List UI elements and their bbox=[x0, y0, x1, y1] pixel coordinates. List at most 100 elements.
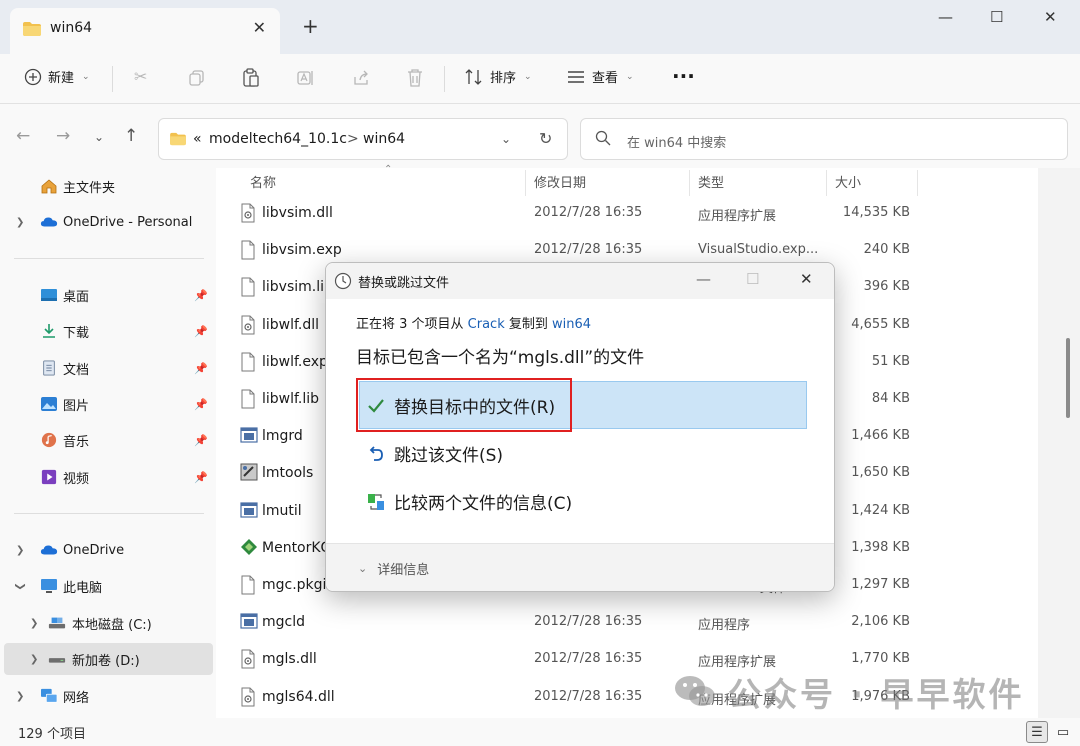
recent-locations-icon[interactable]: ⌄ bbox=[94, 130, 104, 144]
sidebar-item-network[interactable]: ❯ 网络 bbox=[0, 680, 214, 712]
file-row[interactable]: libvsim.dll 2012/7/28 16:35 应用程序扩展 14,535 K… bbox=[236, 195, 926, 232]
network-icon bbox=[41, 688, 58, 703]
column-divider[interactable] bbox=[689, 170, 690, 196]
tab-win64[interactable]: win64 ✕ bbox=[10, 8, 280, 54]
sidebar-item-documents[interactable]: 文档 📌 bbox=[0, 352, 214, 384]
new-button[interactable]: 新建 ⌄ bbox=[24, 67, 90, 86]
folder-icon bbox=[23, 22, 41, 36]
chevron-right-icon[interactable]: ❯ bbox=[16, 217, 24, 228]
clock-copy-icon bbox=[334, 272, 352, 290]
view-button[interactable]: 查看 ⌄ bbox=[566, 67, 634, 86]
column-header-type[interactable]: 类型 bbox=[698, 172, 724, 191]
music-icon bbox=[41, 432, 57, 448]
close-tab-icon[interactable]: ✕ bbox=[253, 18, 266, 37]
cut-icon[interactable]: ✂ bbox=[134, 67, 147, 86]
file-date: 2012/7/28 16:35 bbox=[534, 205, 643, 220]
breadcrumb-overflow[interactable]: « bbox=[193, 131, 202, 147]
close-window-button[interactable]: ✕ bbox=[1044, 8, 1057, 26]
document-icon bbox=[43, 360, 55, 376]
details-view-button[interactable]: ☰ bbox=[1026, 721, 1048, 743]
chevron-right-icon[interactable]: ❯ bbox=[30, 654, 38, 665]
minimize-button[interactable]: — bbox=[938, 8, 953, 26]
copy-icon[interactable] bbox=[188, 69, 206, 87]
computer-icon bbox=[41, 579, 57, 593]
pin-icon: 📌 bbox=[194, 288, 208, 302]
share-icon[interactable] bbox=[352, 69, 372, 87]
sidebar-item-label: 新加卷 (D:) bbox=[72, 653, 140, 669]
sidebar-item-label: OneDrive - Personal bbox=[63, 214, 193, 230]
file-name: lmgrd bbox=[262, 428, 303, 445]
sidebar-item-onedrive-personal[interactable]: ❯ OneDrive - Personal bbox=[0, 206, 214, 238]
forward-icon[interactable]: → bbox=[56, 126, 70, 146]
column-header-size[interactable]: 大小 bbox=[835, 172, 861, 191]
chevron-down-icon[interactable]: ⌄ bbox=[501, 132, 511, 146]
rename-icon[interactable] bbox=[296, 69, 316, 87]
more-details-toggle[interactable]: ⌄ 详细信息 bbox=[358, 559, 429, 578]
video-icon bbox=[41, 469, 57, 485]
destination-folder-link[interactable]: win64 bbox=[552, 317, 591, 332]
file-date: 2012/7/28 16:35 bbox=[534, 242, 643, 258]
back-icon[interactable]: ← bbox=[16, 126, 30, 146]
dialog-minimize-button[interactable]: — bbox=[696, 270, 711, 288]
skip-files-label: 跳过该文件(S) bbox=[394, 446, 504, 466]
chevron-right-icon[interactable]: ❯ bbox=[16, 691, 24, 702]
vertical-scrollbar[interactable] bbox=[1066, 338, 1070, 418]
cloud-icon bbox=[40, 217, 58, 227]
dialog-close-button[interactable]: ✕ bbox=[800, 270, 813, 288]
address-row: ← → ⌄ ↑ « modeltech64_10.1c > win64 ⌄ ↻ … bbox=[0, 104, 1080, 168]
chevron-right-icon[interactable]: ❯ bbox=[30, 618, 38, 629]
pin-icon: 📌 bbox=[194, 324, 208, 338]
column-divider[interactable] bbox=[525, 170, 526, 196]
tiles-view-button[interactable]: ▭ bbox=[1052, 721, 1074, 743]
paste-icon[interactable] bbox=[242, 68, 260, 88]
column-divider[interactable] bbox=[917, 170, 918, 196]
chevron-down-icon: ⌄ bbox=[524, 71, 532, 82]
file-row[interactable]: mgcld 2012/7/28 16:35 应用程序 2,106 KB bbox=[236, 604, 926, 641]
sidebar-divider bbox=[14, 258, 204, 259]
file-icon bbox=[240, 389, 256, 409]
column-divider[interactable] bbox=[826, 170, 827, 196]
dialog-footer: ⌄ 详细信息 bbox=[326, 543, 834, 591]
maximize-button[interactable]: ☐ bbox=[990, 8, 1003, 26]
column-header-name[interactable]: 名称 bbox=[250, 172, 276, 191]
breadcrumb-win64[interactable]: win64 bbox=[363, 131, 405, 147]
desktop-icon bbox=[41, 289, 57, 301]
sidebar-item-desktop[interactable]: 桌面 📌 bbox=[0, 279, 214, 311]
replace-files-option[interactable]: 替换目标中的文件(R) bbox=[366, 393, 555, 418]
refresh-icon[interactable]: ↻ bbox=[539, 129, 552, 148]
more-options-button[interactable]: ··· bbox=[672, 64, 695, 88]
chevron-right-icon[interactable]: ❯ bbox=[16, 545, 24, 556]
sidebar-item-label: 视频 bbox=[63, 471, 90, 487]
sidebar-item-drive-c[interactable]: ❯ 本地磁盘 (C:) bbox=[0, 607, 214, 639]
source-folder-link[interactable]: Crack bbox=[468, 317, 505, 332]
sidebar-item-home[interactable]: 主文件夹 bbox=[0, 170, 214, 202]
view-label: 查看 bbox=[592, 71, 619, 86]
dialog-maximize-button: ☐ bbox=[746, 270, 760, 288]
sidebar-item-drive-d[interactable]: ❯ 新加卷 (D:) bbox=[4, 643, 213, 675]
chevron-down-icon: ⌄ bbox=[626, 71, 634, 82]
new-tab-button[interactable]: + bbox=[302, 16, 319, 36]
sidebar-item-pictures[interactable]: 图片 📌 bbox=[0, 388, 214, 420]
sidebar-item-this-pc[interactable]: ❯ 此电脑 bbox=[0, 570, 214, 602]
file-name: libvsim.dll bbox=[262, 205, 333, 221]
skip-files-option[interactable]: 跳过该文件(S) bbox=[366, 441, 503, 466]
delete-icon[interactable] bbox=[406, 68, 424, 88]
file-type: VisualStudio.exp... bbox=[698, 242, 819, 258]
address-bar[interactable]: « modeltech64_10.1c > win64 ⌄ ↻ bbox=[158, 118, 568, 160]
replace-or-skip-dialog: 替换或跳过文件 — ☐ ✕ 正在将 3 个项目从 Crack 复制到 win64… bbox=[325, 262, 835, 592]
file-date: 2012/7/28 16:35 bbox=[534, 614, 643, 630]
file-name: libwlf.dll bbox=[262, 316, 320, 333]
sidebar-item-onedrive[interactable]: ❯ OneDrive bbox=[0, 534, 214, 566]
compare-files-option[interactable]: 比较两个文件的信息(C) bbox=[366, 489, 572, 514]
column-header-date[interactable]: 修改日期 bbox=[534, 172, 586, 191]
sidebar-item-downloads[interactable]: 下载 📌 bbox=[0, 315, 214, 347]
folder-icon bbox=[170, 132, 186, 146]
sort-button[interactable]: 排序 ⌄ bbox=[464, 67, 532, 86]
up-icon[interactable]: ↑ bbox=[124, 126, 138, 146]
sidebar-item-videos[interactable]: 视频 📌 bbox=[0, 461, 214, 493]
search-box[interactable]: 在 win64 中搜索 bbox=[580, 118, 1068, 160]
chevron-down-icon[interactable]: ❯ bbox=[15, 582, 26, 590]
mentor-app-icon bbox=[240, 538, 257, 558]
breadcrumb-modeltech[interactable]: modeltech64_10.1c bbox=[209, 131, 347, 147]
sidebar-item-music[interactable]: 音乐 📌 bbox=[0, 424, 214, 456]
